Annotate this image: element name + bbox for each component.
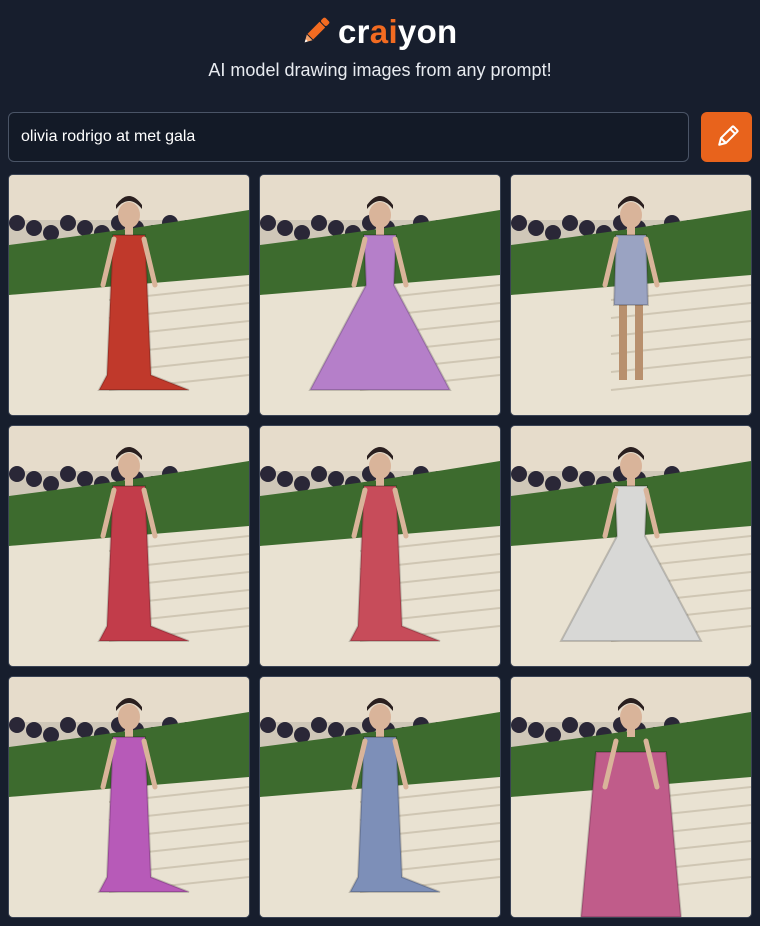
generated-image-7[interactable] [8,676,250,918]
scene-image [511,677,751,917]
tagline: AI model drawing images from any prompt! [208,60,552,80]
scene-image [9,677,249,917]
scene-image [9,426,249,666]
craiyon-logo[interactable]: craiyon [298,10,458,52]
scene-image [511,426,751,666]
image-grid [8,174,752,918]
header: craiyon AI model drawing images from any… [0,0,760,100]
scene-image [260,175,500,415]
draw-button[interactable] [701,112,752,162]
generated-image-3[interactable] [510,174,752,416]
logo-prefix: cr [338,12,370,50]
pencil-icon [717,125,739,146]
scene-image [260,677,500,917]
scene-image [260,426,500,666]
generated-image-8[interactable] [259,676,501,918]
scene-image [9,175,249,415]
generated-image-4[interactable] [8,425,250,667]
logo-suffix: yon [397,12,458,50]
logo-text: craiyon [338,15,458,48]
generated-image-1[interactable] [8,174,250,416]
generated-image-6[interactable] [510,425,752,667]
logo-accent: ai [369,12,398,50]
pencil-icon [304,17,330,43]
scene-image [511,175,751,415]
generated-image-2[interactable] [259,174,501,416]
prompt-input[interactable] [8,112,689,162]
generated-image-9[interactable] [510,676,752,918]
generated-image-5[interactable] [259,425,501,667]
